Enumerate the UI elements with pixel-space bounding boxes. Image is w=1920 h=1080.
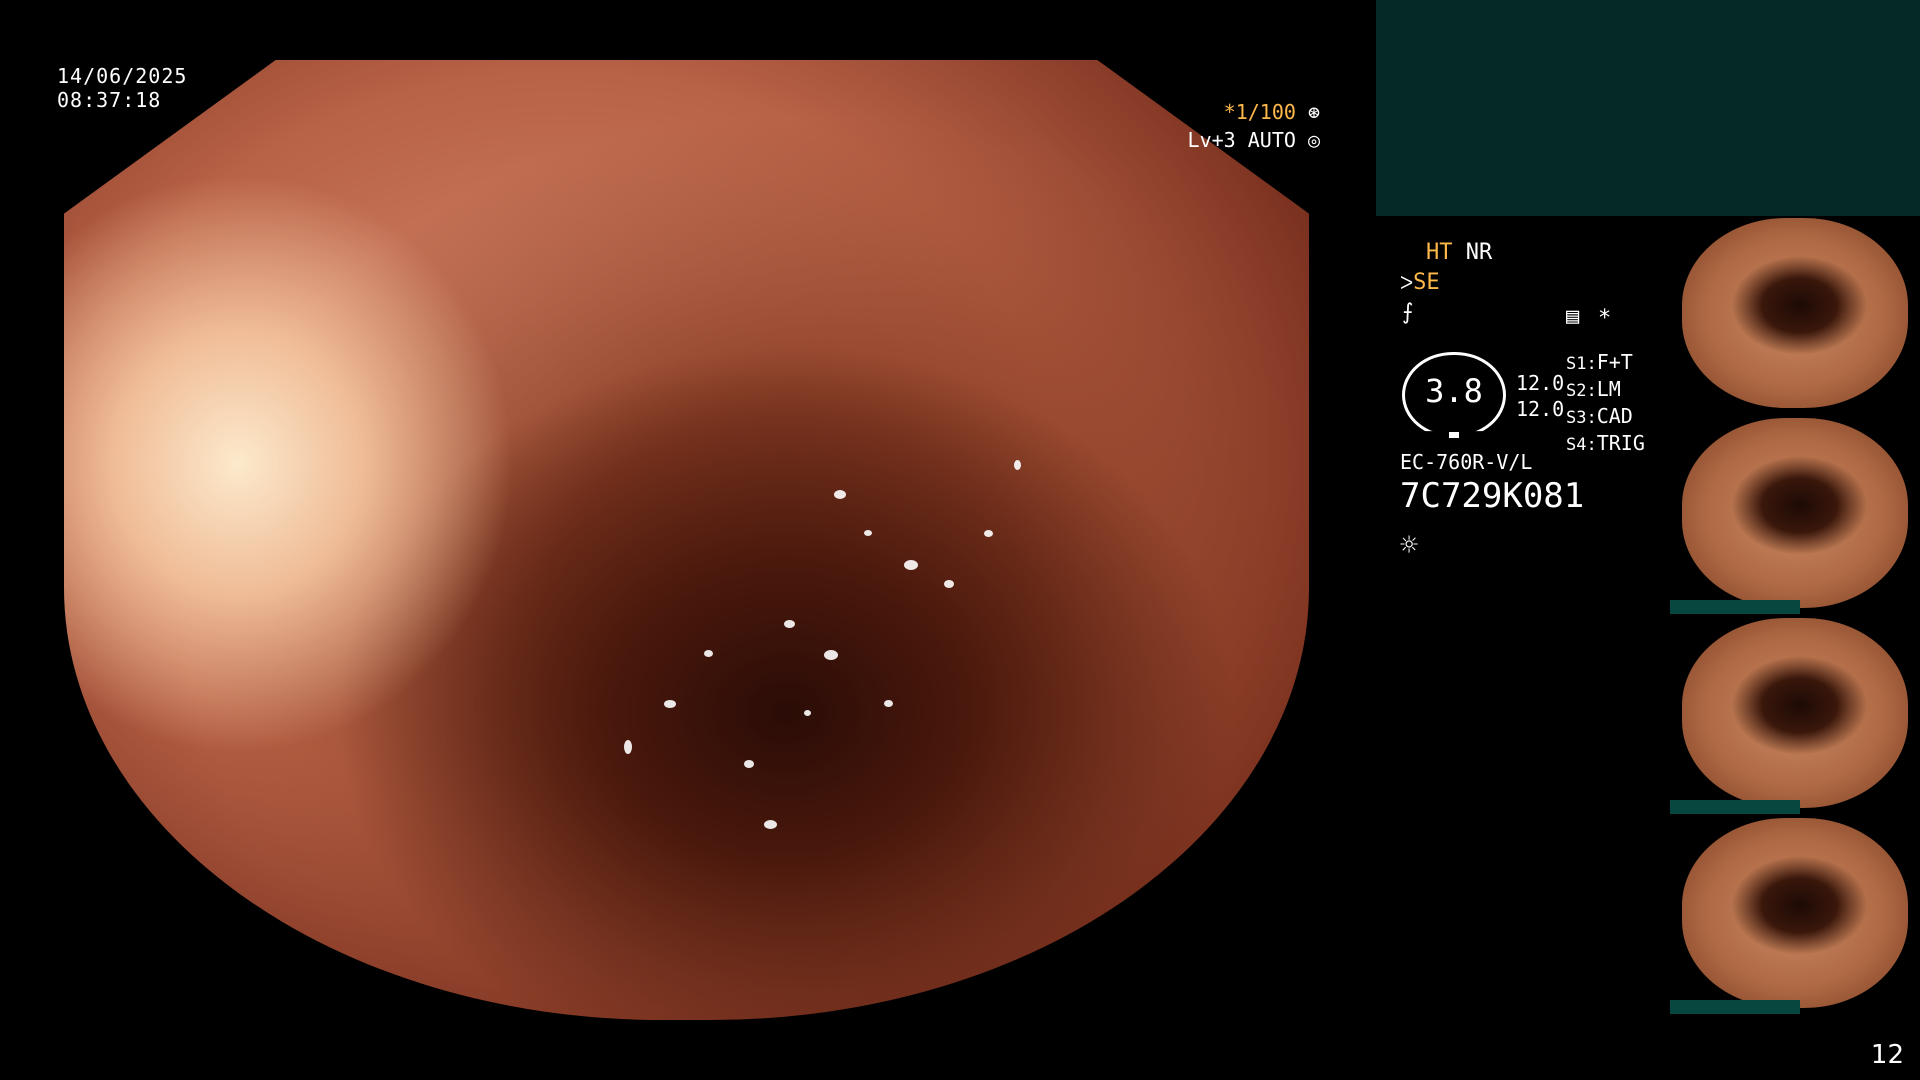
exposure-info: *1/100 ⊛ Lv+3 AUTO ◎	[1188, 98, 1320, 154]
endoscope-main-view	[64, 60, 1309, 1020]
thumbnail-image	[1682, 418, 1908, 608]
hand-icon: ᐳ	[1400, 273, 1414, 294]
thumbnail-image	[1682, 218, 1908, 408]
menu-icon: ▤	[1566, 304, 1580, 329]
gauge-values: 12.0 12.0	[1516, 370, 1564, 422]
thumbnail-bar	[1670, 600, 1800, 614]
switch-3: S3:CAD	[1566, 404, 1633, 428]
sun-icon: ☼	[1400, 528, 1419, 563]
thumbnail-3[interactable]	[1670, 616, 1920, 814]
aperture-icon: ⊛	[1307, 100, 1320, 124]
star-indicator: *	[1598, 306, 1612, 331]
timestamp: 14/06/2025 08:37:18	[57, 64, 187, 112]
switch-list: S1:F+T S2:LM S3:CAD S4:TRIG	[1566, 350, 1645, 458]
thumbnail-2[interactable]	[1670, 416, 1920, 614]
scope-model: EC-760R-V/L	[1400, 450, 1533, 474]
se-indicator: SE	[1413, 270, 1440, 295]
value-2: 12.0	[1516, 397, 1565, 421]
shutter-row: *1/100 ⊛	[1188, 98, 1320, 126]
ht-indicator: HT	[1426, 240, 1453, 265]
thumbnail-4[interactable]	[1670, 816, 1920, 1014]
thumbnail-1[interactable]	[1670, 216, 1920, 414]
f-curve-icon: ⨍	[1402, 300, 1414, 325]
switch-2: S2:LM	[1566, 377, 1621, 401]
thumbnail-strip	[1670, 216, 1920, 1016]
patient-info-panel	[1376, 0, 1920, 216]
page-number: 12	[1870, 1040, 1904, 1070]
thumbnail-bar	[1670, 800, 1800, 814]
shutter-speed: *1/100	[1223, 100, 1296, 124]
thumbnail-image	[1682, 618, 1908, 808]
nr-indicator: NR	[1465, 240, 1493, 265]
gauge-value: 3.8	[1425, 372, 1483, 410]
value-1: 12.0	[1516, 371, 1565, 395]
scope-serial: 7C729K081	[1400, 476, 1585, 516]
switch-4: S4:TRIG	[1566, 431, 1645, 455]
iris-icon: ◎	[1307, 128, 1320, 152]
brightness-level: Lv+3 AUTO	[1187, 128, 1296, 152]
gauge-marker	[1449, 432, 1459, 438]
date-label: 14/06/2025	[57, 64, 188, 88]
switch-1: S1:F+T	[1566, 350, 1633, 374]
time-label: 08:37:18	[57, 88, 162, 112]
thumbnail-image	[1682, 818, 1908, 1008]
level-row: Lv+3 AUTO ◎	[1188, 126, 1320, 154]
thumbnail-bar	[1670, 1000, 1800, 1014]
